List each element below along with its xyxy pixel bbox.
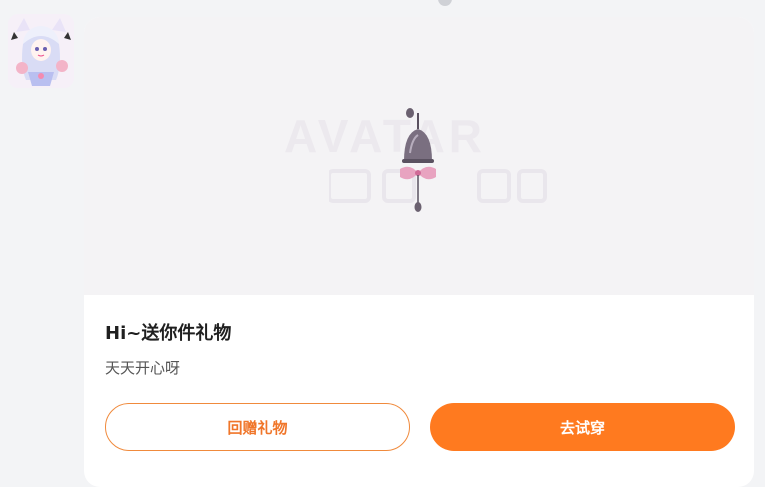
gift-preview-image: AVATAR [84, 17, 754, 295]
gift-message-subtitle: 天天开心呀 [105, 359, 181, 377]
gift-message-title: Hi~送你件礼物 [105, 323, 232, 344]
wind-chime-bell-icon [400, 108, 436, 212]
try-on-button[interactable]: 去试穿 [430, 403, 735, 451]
watermark-text: AVATAR [284, 110, 487, 162]
avatar-anime-icon [8, 14, 74, 88]
gift-card: AVATAR Hi~送你件礼物 天天开心呀 回赠礼物 去试穿 [84, 17, 754, 487]
avatar[interactable] [8, 14, 74, 88]
top-indicator-dot [438, 0, 452, 6]
return-gift-button[interactable]: 回赠礼物 [105, 403, 410, 451]
